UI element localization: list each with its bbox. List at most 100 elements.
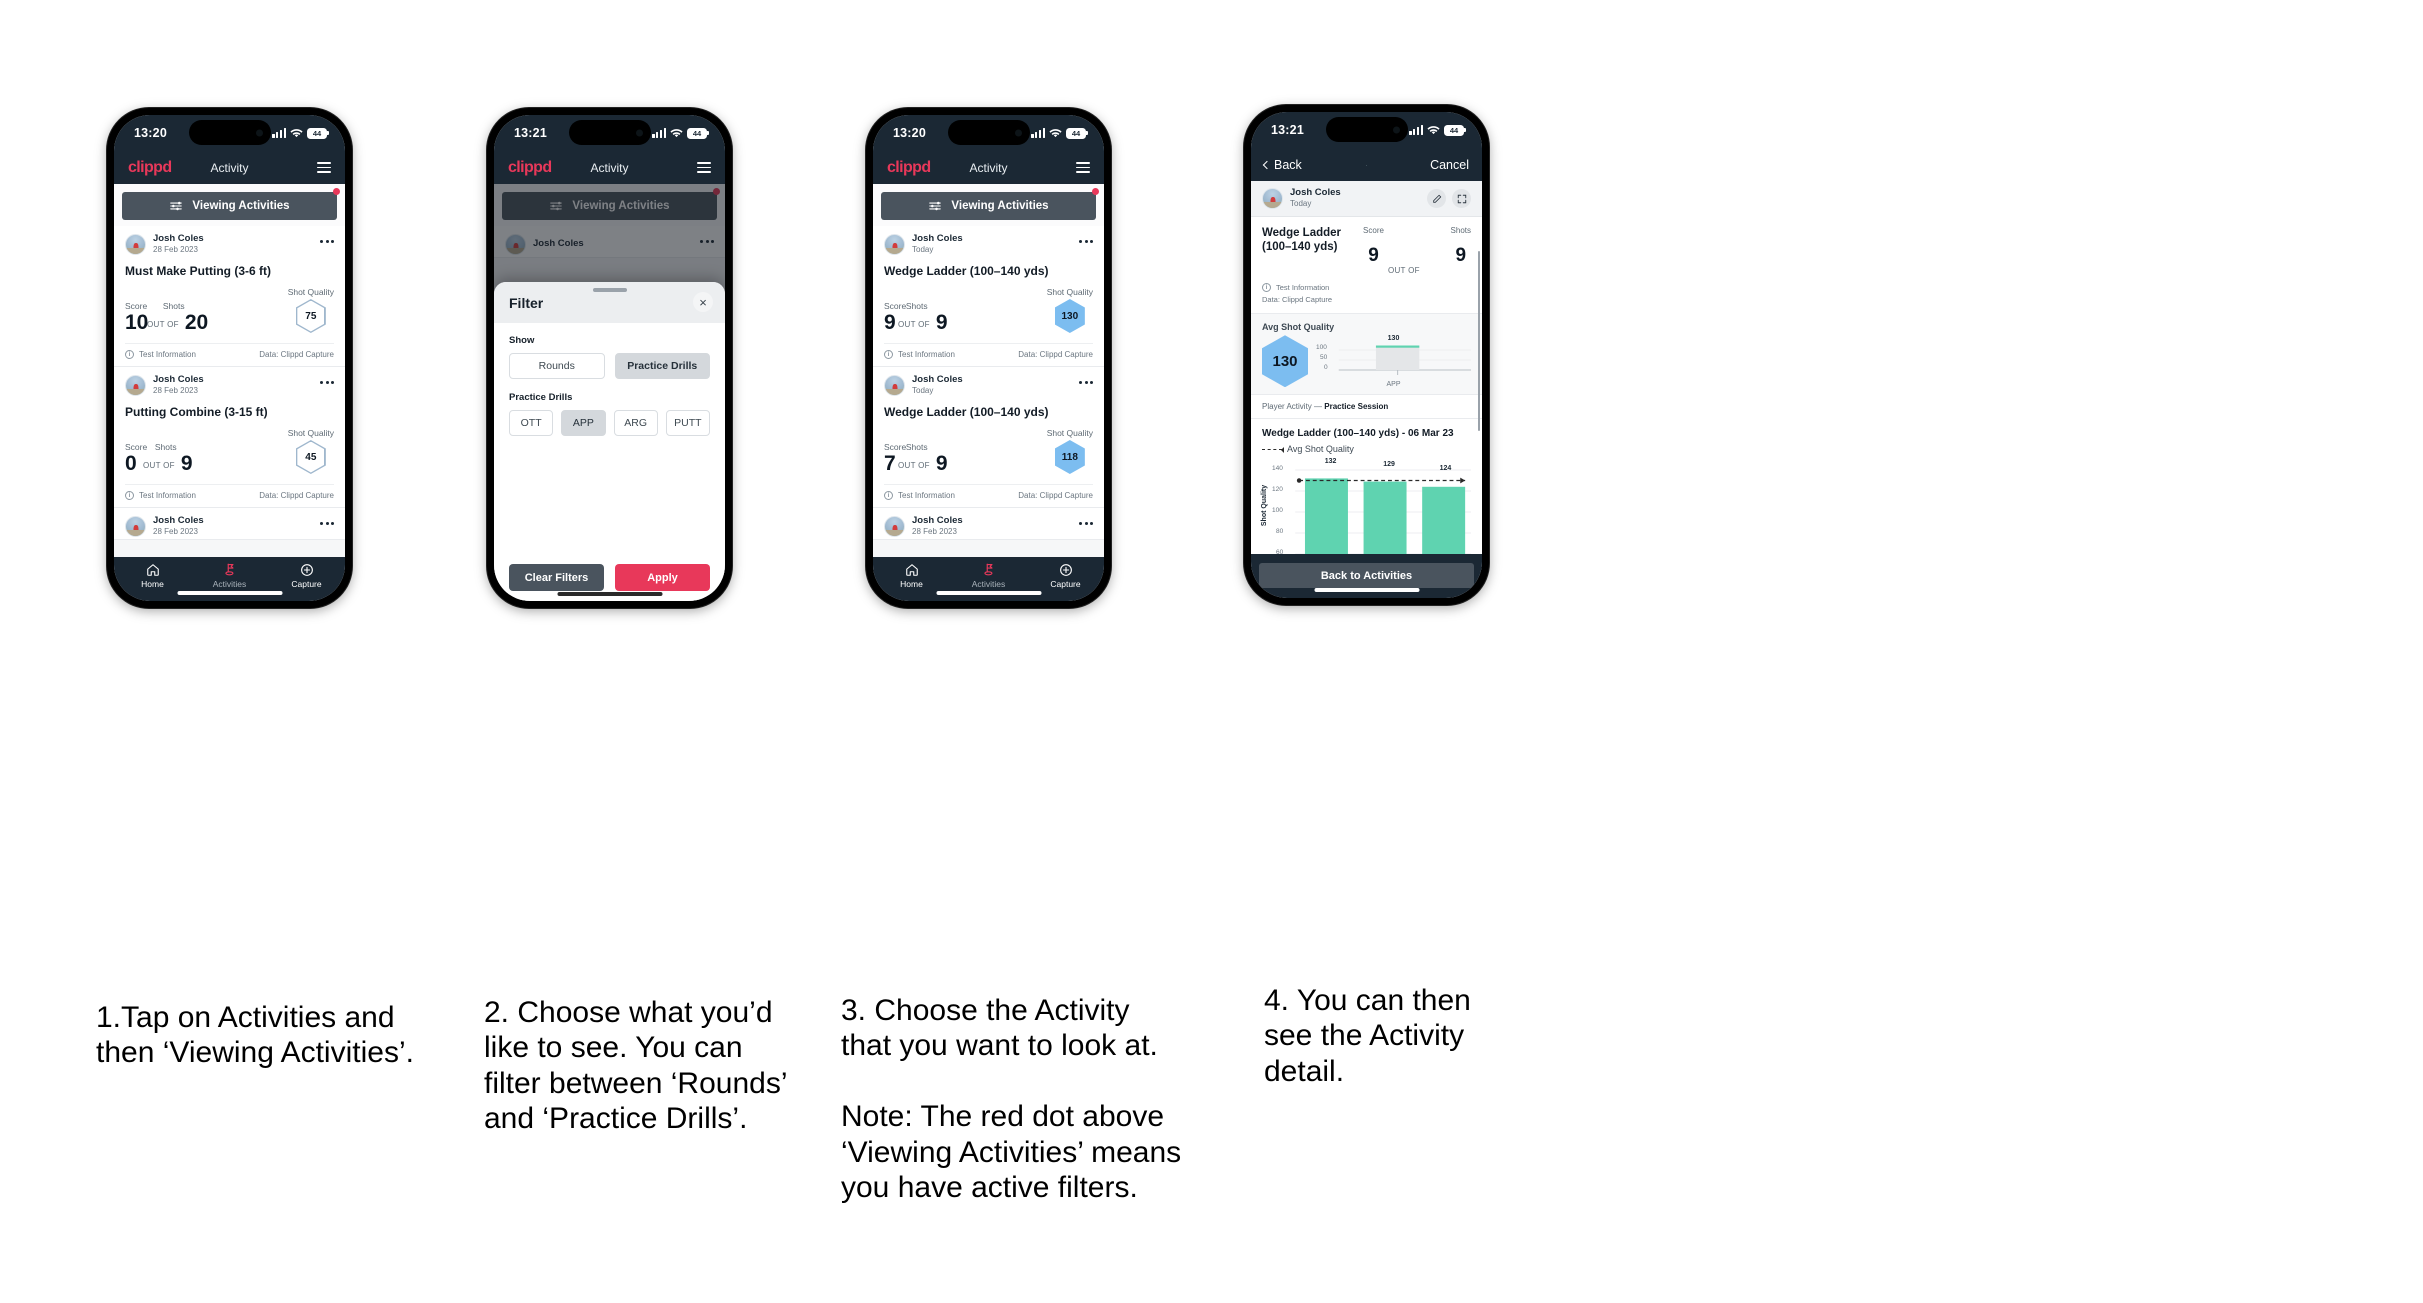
info-icon: i bbox=[125, 350, 134, 359]
chip-putt[interactable]: PUTT bbox=[665, 410, 710, 436]
close-icon[interactable]: × bbox=[693, 292, 713, 312]
clippd-logo[interactable]: clippd bbox=[128, 159, 172, 177]
data-source-label: Data: Clippd Capture bbox=[1018, 350, 1093, 359]
card-date: 28 Feb 2023 bbox=[153, 245, 198, 255]
practice-drills-label: Practice Drills bbox=[509, 392, 573, 403]
chevron-left-icon bbox=[1262, 160, 1272, 169]
card-overflow-menu-icon[interactable] bbox=[320, 381, 334, 390]
signal-icon bbox=[652, 128, 666, 138]
chart-legend: Avg Shot Quality bbox=[1262, 444, 1471, 454]
edit-button[interactable] bbox=[1427, 189, 1446, 208]
menu-icon[interactable] bbox=[317, 161, 331, 174]
shots-value: 9 bbox=[935, 452, 948, 475]
chart-ytick-140: 140 bbox=[1272, 465, 1283, 473]
shots-label: Shots bbox=[154, 442, 177, 452]
show-option-rounds[interactable]: Rounds bbox=[509, 353, 605, 379]
shot-quality-label: Shot Quality bbox=[287, 287, 334, 297]
sheet-grabber[interactable] bbox=[592, 288, 627, 292]
activity-card[interactable]: Josh Coles 28 Feb 2023 Must Make Putting… bbox=[114, 226, 345, 367]
mini-chart-ytick-0: 0 bbox=[1324, 364, 1328, 372]
card-title: Wedge Ladder (100–140 yds) bbox=[884, 264, 1049, 278]
dynamic-island bbox=[188, 120, 271, 145]
caption-2: 2. Choose what you’d like to see. You ca… bbox=[484, 996, 788, 1136]
breadcrumb-current: Practice Session bbox=[1324, 402, 1389, 412]
chip-ott[interactable]: OTT bbox=[509, 410, 554, 436]
info-icon: i bbox=[884, 491, 893, 500]
activity-card[interactable]: Josh Coles Today Wedge Ladder (100–140 y… bbox=[873, 226, 1104, 367]
chip-arg[interactable]: ARG bbox=[613, 410, 658, 436]
viewing-activities-button[interactable]: Viewing Activities bbox=[881, 192, 1096, 220]
viewing-activities-label: Viewing Activities bbox=[951, 200, 1049, 212]
card-overflow-menu-icon[interactable] bbox=[320, 522, 334, 531]
chip-app[interactable]: APP bbox=[561, 410, 606, 436]
detail-date: Today bbox=[1290, 199, 1312, 209]
card-user-name: Josh Coles bbox=[153, 515, 204, 527]
tab-activities[interactable]: Activities bbox=[191, 562, 268, 589]
mini-chart-data-label: 130 bbox=[1387, 335, 1400, 343]
card-overflow-menu-icon[interactable] bbox=[1079, 240, 1093, 249]
card-overflow-menu-icon[interactable] bbox=[1079, 522, 1093, 531]
breadcrumb-prefix: Player Activity — bbox=[1262, 402, 1325, 412]
mini-chart-xtick-app: APP bbox=[1386, 381, 1401, 389]
card-user-name: Josh Coles bbox=[153, 233, 204, 245]
cancel-button[interactable]: Cancel bbox=[1430, 158, 1469, 172]
filter-sheet: Filter × Show Rounds Practice Drills Pra… bbox=[494, 282, 725, 601]
shots-label: Shots bbox=[905, 301, 928, 311]
clippd-logo[interactable]: clippd bbox=[887, 159, 931, 177]
chart-title: Wedge Ladder (100–140 yds) - 06 Mar 23 bbox=[1262, 428, 1454, 440]
card-date: 28 Feb 2023 bbox=[912, 527, 957, 537]
activity-card[interactable]: Josh Coles 28 Feb 2023 bbox=[873, 508, 1104, 540]
fullscreen-button[interactable] bbox=[1452, 189, 1471, 208]
card-overflow-menu-icon[interactable] bbox=[1079, 381, 1093, 390]
viewing-activities-button[interactable]: Viewing Activities bbox=[122, 192, 337, 220]
status-time: 13:21 bbox=[1271, 123, 1304, 137]
back-to-activities-button[interactable]: Back to Activities bbox=[1259, 563, 1474, 588]
info-icon: i bbox=[884, 350, 893, 359]
wifi-icon bbox=[1427, 125, 1440, 134]
card-user-name: Josh Coles bbox=[153, 374, 204, 386]
detail-shots-label: Shots bbox=[1450, 226, 1471, 235]
activity-card[interactable]: Josh Coles 28 Feb 2023 bbox=[114, 508, 345, 540]
shot-quality-chart-section: Wedge Ladder (100–140 yds) - 06 Mar 23 A… bbox=[1251, 419, 1482, 554]
shot-quality-bar-chart: 140 120 100 80 60 Shot Quality 132 129 1… bbox=[1261, 458, 1471, 554]
shots-value: 20 bbox=[184, 311, 209, 334]
tab-capture[interactable]: Capture bbox=[268, 562, 345, 589]
page-title: Activity bbox=[969, 160, 1008, 175]
back-button[interactable]: Back bbox=[1262, 158, 1302, 172]
show-option-practice-drills[interactable]: Practice Drills bbox=[614, 353, 710, 379]
detail-summary: Wedge Ladder (100–140 yds) Score 9 OUT O… bbox=[1251, 217, 1482, 315]
activity-card[interactable]: Josh Coles Today Wedge Ladder (100–140 y… bbox=[873, 367, 1104, 508]
clippd-logo[interactable]: clippd bbox=[508, 159, 552, 177]
avg-shot-quality-badge: 130 bbox=[1262, 335, 1308, 388]
menu-icon[interactable] bbox=[697, 161, 711, 174]
shot-quality-label: Shot Quality bbox=[287, 428, 334, 438]
card-date: 28 Feb 2023 bbox=[153, 527, 198, 537]
app-bar: clippd Activity bbox=[114, 151, 345, 184]
status-time: 13:20 bbox=[893, 126, 926, 140]
menu-icon[interactable] bbox=[1076, 161, 1090, 174]
tab-activities[interactable]: Activities bbox=[950, 562, 1027, 589]
apply-button[interactable]: Apply bbox=[615, 564, 710, 591]
tab-home[interactable]: Home bbox=[873, 562, 950, 589]
avatar bbox=[1262, 188, 1283, 209]
tab-home[interactable]: Home bbox=[114, 562, 191, 589]
tab-capture-label: Capture bbox=[291, 579, 322, 589]
shots-value: 9 bbox=[935, 311, 948, 334]
scrollbar[interactable] bbox=[1477, 251, 1480, 431]
mini-bar-chart-svg bbox=[1338, 345, 1471, 376]
clear-filters-button[interactable]: Clear Filters bbox=[509, 564, 604, 591]
battery-icon: 44 bbox=[687, 127, 707, 139]
activity-card[interactable]: Josh Coles 28 Feb 2023 Putting Combine (… bbox=[114, 367, 345, 508]
detail-header: Josh Coles Today bbox=[1251, 181, 1482, 217]
tab-capture[interactable]: Capture bbox=[1027, 562, 1104, 589]
dynamic-island bbox=[947, 120, 1030, 145]
active-filters-dot bbox=[333, 188, 340, 195]
out-of-label: OUT OF bbox=[147, 320, 179, 329]
dynamic-island bbox=[1325, 117, 1408, 142]
detail-test-information: Test Information bbox=[1276, 283, 1330, 292]
home-icon bbox=[146, 562, 160, 577]
caption-4: 4. You can then see the Activity detail. bbox=[1264, 984, 1471, 1088]
legend-dash-marker bbox=[1262, 446, 1284, 453]
card-overflow-menu-icon[interactable] bbox=[320, 240, 334, 249]
card-title: Wedge Ladder (100–140 yds) bbox=[884, 405, 1049, 419]
